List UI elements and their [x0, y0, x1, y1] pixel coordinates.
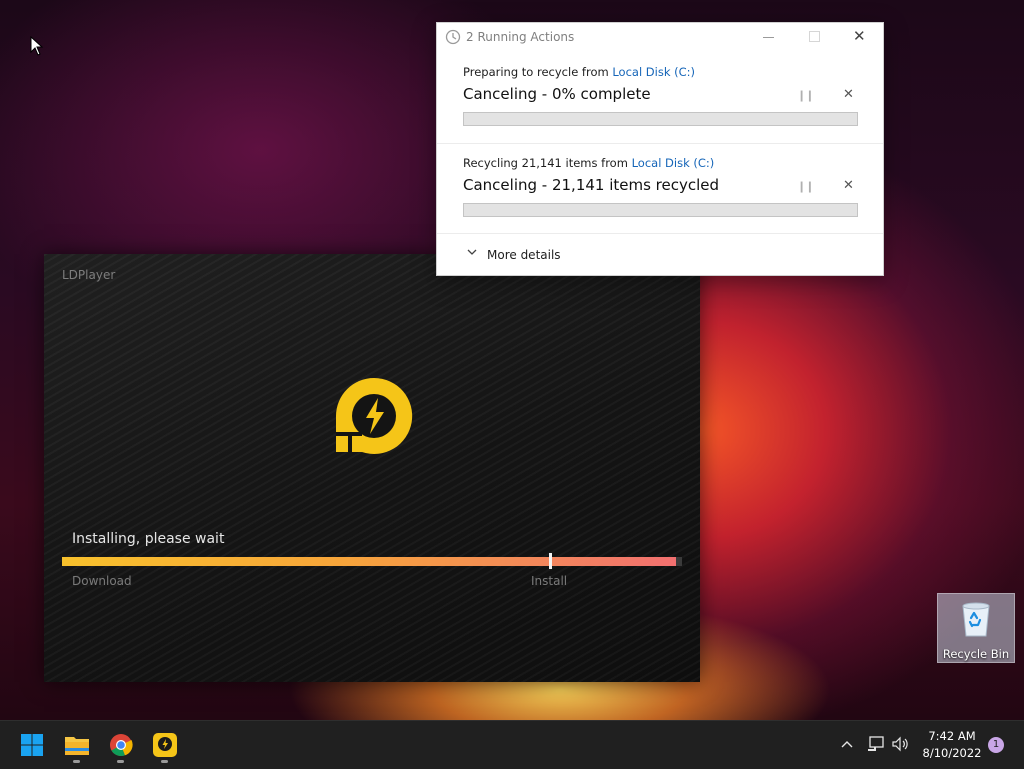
taskbar-file-explorer[interactable] [59, 727, 95, 763]
operation-description: Recycling 21,141 items from Local Disk (… [463, 156, 714, 170]
windows-logo-icon [21, 734, 43, 756]
start-button[interactable] [14, 727, 50, 763]
dialog-maximize-button[interactable] [809, 31, 820, 42]
more-details-toggle[interactable]: More details [437, 233, 883, 276]
running-indicator [161, 760, 168, 763]
network-icon[interactable] [866, 735, 886, 753]
ldplayer-installer-window: LDPlayer ✕ Installing, please wait Downl… [44, 254, 700, 682]
chevron-up-icon[interactable] [840, 739, 854, 749]
cancel-operation-button[interactable]: ✕ [843, 178, 854, 193]
step-download-label: Download [72, 574, 132, 588]
dialog-titlebar[interactable]: 2 Running Actions ✕ [437, 23, 883, 53]
chrome-icon [110, 734, 133, 757]
operation-item: Preparing to recycle from Local Disk (C:… [437, 53, 883, 143]
notification-badge[interactable]: 1 [988, 737, 1004, 753]
pause-button[interactable]: ❙❙ [797, 89, 814, 102]
operation-description: Preparing to recycle from Local Disk (C:… [463, 65, 695, 79]
dialog-close-button[interactable]: ✕ [853, 27, 866, 45]
chevron-down-icon [467, 249, 477, 255]
dialog-title: 2 Running Actions [466, 30, 575, 44]
recycle-bin-desktop-icon[interactable]: Recycle Bin [937, 593, 1015, 663]
running-actions-dialog: 2 Running Actions ✕ Preparing to recycle… [436, 22, 884, 276]
operation-item: Recycling 21,141 items from Local Disk (… [437, 143, 883, 234]
taskbar: 7:42 AM 8/10/2022 1 [0, 720, 1024, 769]
pause-button[interactable]: ❙❙ [797, 180, 814, 193]
desktop-wallpaper: LDPlayer ✕ Installing, please wait Downl… [0, 0, 1024, 720]
ldplayer-icon [153, 733, 177, 757]
install-progress-bar [62, 557, 682, 566]
operation-prefix: Recycling 21,141 items from [463, 156, 632, 170]
operation-status: Canceling - 0% complete [463, 85, 651, 103]
clock-date[interactable]: 8/10/2022 [914, 746, 990, 760]
running-indicator [117, 760, 124, 763]
install-status-text: Installing, please wait [72, 531, 225, 547]
taskbar-chrome[interactable] [103, 727, 139, 763]
folder-icon [65, 737, 89, 755]
clock-icon [445, 29, 461, 45]
install-progress-fill [62, 557, 676, 566]
cancel-operation-button[interactable]: ✕ [843, 87, 854, 102]
clock-time[interactable]: 7:42 AM [914, 729, 990, 743]
source-link[interactable]: Local Disk (C:) [612, 65, 695, 79]
mouse-cursor-icon [30, 36, 44, 56]
running-indicator [73, 760, 80, 763]
recycle-bin-label: Recycle Bin [942, 647, 1010, 661]
dialog-minimize-button[interactable] [763, 37, 774, 38]
source-link[interactable]: Local Disk (C:) [632, 156, 715, 170]
operation-prefix: Preparing to recycle from [463, 65, 613, 79]
operation-progress-bar [463, 112, 858, 126]
ldplayer-window-title: LDPlayer [62, 268, 116, 282]
recycle-bin-icon [962, 602, 990, 637]
more-details-label: More details [487, 248, 561, 262]
operation-progress-bar [463, 203, 858, 217]
operation-status: Canceling - 21,141 items recycled [463, 176, 720, 194]
ldplayer-logo-icon [336, 377, 413, 454]
volume-icon[interactable] [891, 735, 911, 753]
taskbar-ldplayer[interactable] [147, 727, 183, 763]
step-install-label: Install [531, 574, 568, 588]
install-step-marker [549, 553, 552, 569]
